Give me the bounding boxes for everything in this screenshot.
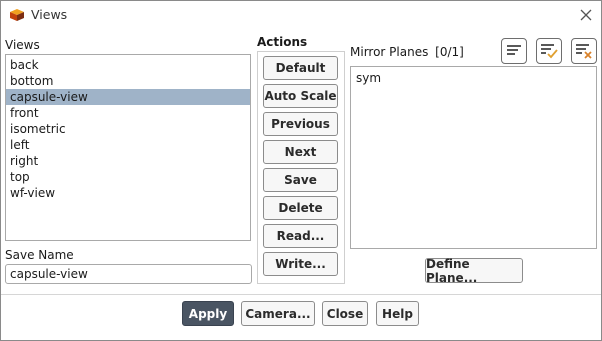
close-button[interactable]: Close	[322, 301, 368, 326]
select-all-button[interactable]	[536, 38, 562, 64]
save-name-input[interactable]	[5, 264, 252, 284]
list-item[interactable]: sym	[351, 67, 596, 86]
list-options-button[interactable]	[501, 38, 527, 64]
window-title: Views	[31, 7, 68, 22]
list-item[interactable]: right	[6, 153, 250, 169]
actions-label: Actions	[257, 35, 308, 49]
fluent-app-icon	[10, 9, 24, 21]
list-item-selected[interactable]: capsule-view	[6, 89, 250, 105]
help-button[interactable]: Help	[376, 301, 419, 326]
deselect-all-icon	[576, 44, 592, 59]
list-options-icon	[507, 45, 521, 55]
divider	[1, 294, 601, 295]
list-item[interactable]: top	[6, 169, 250, 185]
define-plane-button[interactable]: Define Plane...	[425, 257, 523, 285]
list-item[interactable]: front	[6, 105, 250, 121]
delete-button[interactable]: Delete	[263, 196, 338, 220]
apply-button[interactable]: Apply	[182, 301, 234, 326]
list-item[interactable]: wf-view	[6, 185, 250, 201]
camera-button[interactable]: Camera...	[241, 301, 315, 326]
views-label: Views	[5, 38, 40, 52]
previous-button[interactable]: Previous	[263, 112, 338, 136]
list-item[interactable]: back	[6, 57, 250, 73]
views-list[interactable]: back bottom capsule-view front isometric…	[5, 54, 251, 241]
list-item[interactable]: isometric	[6, 121, 250, 137]
list-item[interactable]: left	[6, 137, 250, 153]
list-item[interactable]: bottom	[6, 73, 250, 89]
default-button[interactable]: Default	[263, 56, 338, 80]
title-bar: Views	[1, 1, 601, 29]
mirror-planes-label: Mirror Planes [0/1]	[350, 45, 464, 59]
next-button[interactable]: Next	[263, 140, 338, 164]
close-icon[interactable]	[577, 6, 595, 24]
read-button[interactable]: Read...	[263, 224, 338, 248]
save-name-label: Save Name	[5, 248, 74, 262]
mirror-planes-list[interactable]: sym	[350, 66, 597, 249]
mirror-planes-count: [0/1]	[435, 45, 464, 59]
deselect-all-button[interactable]	[571, 38, 597, 64]
save-button[interactable]: Save	[263, 168, 338, 192]
write-button[interactable]: Write...	[263, 252, 338, 276]
auto-scale-button[interactable]: Auto Scale	[263, 84, 338, 108]
views-dialog: Views Views back bottom capsule-view fro…	[0, 0, 602, 341]
mirror-planes-title: Mirror Planes	[350, 45, 429, 59]
select-all-icon	[541, 44, 558, 59]
